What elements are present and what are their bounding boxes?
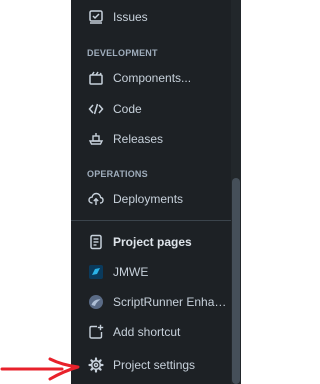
sidebar-item-label: Project pages bbox=[113, 235, 192, 249]
section-heading-development: DEVELOPMENT bbox=[87, 48, 158, 58]
sidebar-item-code[interactable]: Code bbox=[71, 95, 231, 123]
sidebar-item-label: Components... bbox=[113, 71, 192, 85]
sidebar-item-label: Project settings bbox=[113, 358, 196, 372]
releases-icon bbox=[87, 130, 105, 148]
sidebar-item-add-shortcut[interactable]: Add shortcut bbox=[71, 318, 231, 346]
red-arrow-annotation bbox=[0, 357, 80, 381]
gear-icon bbox=[87, 356, 105, 374]
sidebar-item-components[interactable]: Components... bbox=[71, 64, 231, 92]
deployments-icon bbox=[87, 190, 105, 208]
sidebar-item-project-pages[interactable]: Project pages bbox=[71, 228, 231, 256]
jmwe-app-icon bbox=[87, 263, 105, 281]
add-shortcut-icon bbox=[87, 323, 105, 341]
sidebar-item-scriptrunner[interactable]: ScriptRunner Enhanc... bbox=[71, 288, 231, 316]
screenshot-stage: Issues DEVELOPMENT Components... Code Re… bbox=[0, 0, 241, 384]
issues-icon bbox=[87, 8, 105, 26]
sidebar-item-label: Releases bbox=[113, 132, 164, 146]
sidebar-item-label: Deployments bbox=[113, 192, 184, 206]
sidebar-scrollbar-track[interactable] bbox=[231, 0, 241, 384]
project-pages-icon bbox=[87, 233, 105, 251]
project-sidebar: Issues DEVELOPMENT Components... Code Re… bbox=[71, 0, 241, 384]
sidebar-item-jmwe[interactable]: JMWE bbox=[71, 258, 231, 286]
sidebar-item-label: Add shortcut bbox=[113, 325, 181, 339]
code-icon bbox=[87, 100, 105, 118]
components-icon bbox=[87, 69, 105, 87]
sidebar-item-label: ScriptRunner Enhanc... bbox=[113, 295, 231, 309]
sidebar-item-issues[interactable]: Issues bbox=[71, 3, 231, 31]
sidebar-item-project-settings[interactable]: Project settings bbox=[71, 351, 231, 379]
sidebar-item-label: Code bbox=[113, 102, 142, 116]
sidebar-item-releases[interactable]: Releases bbox=[71, 125, 231, 153]
sidebar-scrollbar-thumb[interactable] bbox=[232, 178, 240, 384]
sidebar-divider bbox=[71, 220, 231, 221]
sidebar-item-label: JMWE bbox=[113, 265, 149, 279]
sidebar-item-label: Issues bbox=[113, 10, 148, 24]
section-heading-operations: OPERATIONS bbox=[87, 169, 148, 179]
sidebar-item-deployments[interactable]: Deployments bbox=[71, 185, 231, 213]
scriptrunner-app-icon bbox=[87, 293, 105, 311]
